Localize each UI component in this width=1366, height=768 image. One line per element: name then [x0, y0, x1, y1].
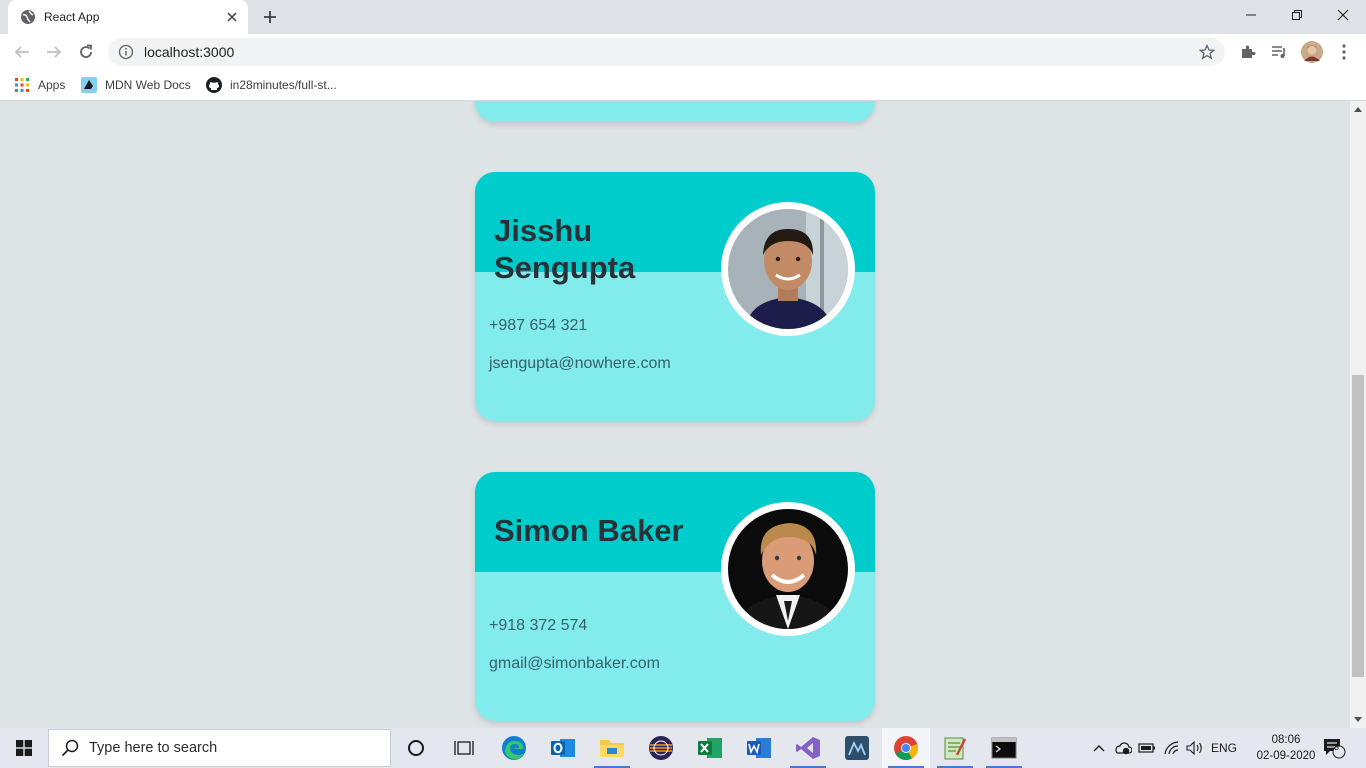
contact-name: Simon Baker: [494, 513, 684, 548]
bookmark-label: Apps: [38, 78, 66, 92]
contact-avatar: [721, 202, 855, 336]
search-icon: [61, 739, 79, 757]
cortana-icon[interactable]: [392, 728, 440, 768]
onedrive-cloud-icon[interactable]: [1112, 728, 1134, 768]
word-icon[interactable]: [735, 728, 783, 768]
page-viewport: Jisshu Sengupta +987 654 321 jsengupta@n…: [0, 101, 1350, 728]
file-explorer-icon[interactable]: [588, 728, 636, 768]
browser-toolbar: [0, 34, 1366, 70]
bookmark-label: in28minutes/full-st...: [230, 78, 337, 92]
extensions-puzzle-icon[interactable]: [1236, 40, 1260, 64]
start-windows-icon[interactable]: [0, 728, 48, 768]
windows-taskbar: Type here to search ENG 08:06 02-09-2020…: [0, 728, 1366, 768]
contact-card: Simon Baker +918 372 574 gmail@simonbake…: [475, 472, 875, 721]
github-icon: [206, 77, 222, 93]
action-center-icon[interactable]: 3: [1318, 728, 1350, 768]
bookmark-mdn[interactable]: MDN Web Docs: [81, 75, 191, 95]
contact-email: gmail@simonbaker.com: [489, 655, 660, 672]
page-scrollbar[interactable]: [1350, 101, 1366, 728]
system-clock[interactable]: 08:06 02-09-2020: [1254, 732, 1318, 764]
globe-icon: [21, 10, 35, 24]
url-input[interactable]: [142, 43, 1046, 61]
contact-card: Jisshu Sengupta +987 654 321 jsengupta@n…: [475, 172, 875, 421]
contact-card-partial: [475, 101, 875, 122]
mysql-workbench-icon[interactable]: [833, 728, 881, 768]
outlook-icon[interactable]: [539, 728, 587, 768]
bookmark-star-icon[interactable]: [1199, 44, 1215, 60]
apps-grid-icon: [15, 78, 29, 92]
notepad-plus-plus-icon[interactable]: [931, 728, 979, 768]
volume-speaker-icon[interactable]: [1184, 728, 1206, 768]
contact-phone: +918 372 574: [489, 617, 588, 634]
battery-icon[interactable]: [1136, 728, 1158, 768]
minimize-icon[interactable]: [1228, 0, 1274, 30]
scrollbar-thumb[interactable]: [1352, 375, 1364, 677]
bookmark-in28minutes[interactable]: in28minutes/full-st...: [206, 75, 337, 95]
input-language-indicator[interactable]: ENG: [1208, 728, 1240, 768]
contact-phone: +987 654 321: [489, 317, 588, 334]
show-hidden-icons-chevron-icon[interactable]: [1088, 728, 1110, 768]
tab-strip: React App: [0, 0, 1366, 34]
notification-badge: 3: [1334, 742, 1340, 752]
back-arrow-icon[interactable]: [10, 40, 34, 64]
profile-avatar[interactable]: [1300, 40, 1324, 64]
address-bar[interactable]: [108, 38, 1225, 66]
contact-photo: [728, 509, 848, 629]
edge-browser-icon[interactable]: [490, 728, 538, 768]
mdn-logo-icon: [81, 77, 97, 93]
new-tab-button[interactable]: [258, 5, 282, 29]
bookmarks-bar: Apps MDN Web Docs in28minutes/full-st...: [0, 70, 1366, 101]
excel-icon[interactable]: [686, 728, 734, 768]
command-prompt-icon[interactable]: [980, 728, 1028, 768]
contact-name: Jisshu Sengupta: [494, 213, 636, 285]
tab-title: React App: [44, 10, 100, 24]
taskbar-search-box[interactable]: Type here to search: [48, 729, 391, 767]
bookmark-apps[interactable]: Apps: [14, 75, 65, 95]
close-tab-icon[interactable]: [220, 5, 244, 29]
clock-date: 02-09-2020: [1256, 750, 1316, 762]
scroll-down-arrow-icon[interactable]: [1350, 712, 1366, 728]
more-menu-icon[interactable]: [1332, 40, 1356, 64]
forward-arrow-icon[interactable]: [42, 40, 66, 64]
visual-studio-icon[interactable]: [784, 728, 832, 768]
reload-icon[interactable]: [74, 40, 98, 64]
scroll-up-arrow-icon[interactable]: [1350, 101, 1366, 117]
restore-icon[interactable]: [1274, 0, 1320, 30]
close-window-icon[interactable]: [1320, 0, 1366, 30]
wifi-icon[interactable]: [1160, 728, 1184, 768]
media-queue-icon[interactable]: [1267, 40, 1291, 64]
task-view-icon[interactable]: [440, 728, 488, 768]
chrome-icon[interactable]: [882, 728, 930, 768]
contact-email: jsengupta@nowhere.com: [489, 355, 671, 372]
info-icon[interactable]: [118, 44, 134, 60]
search-placeholder: Type here to search: [89, 740, 218, 756]
contact-avatar: [721, 502, 855, 636]
eclipse-icon[interactable]: [637, 728, 685, 768]
clock-time: 08:06: [1271, 734, 1301, 746]
bookmark-label: MDN Web Docs: [105, 78, 191, 92]
tab-react-app[interactable]: React App: [8, 0, 248, 34]
contact-photo: [728, 209, 848, 329]
